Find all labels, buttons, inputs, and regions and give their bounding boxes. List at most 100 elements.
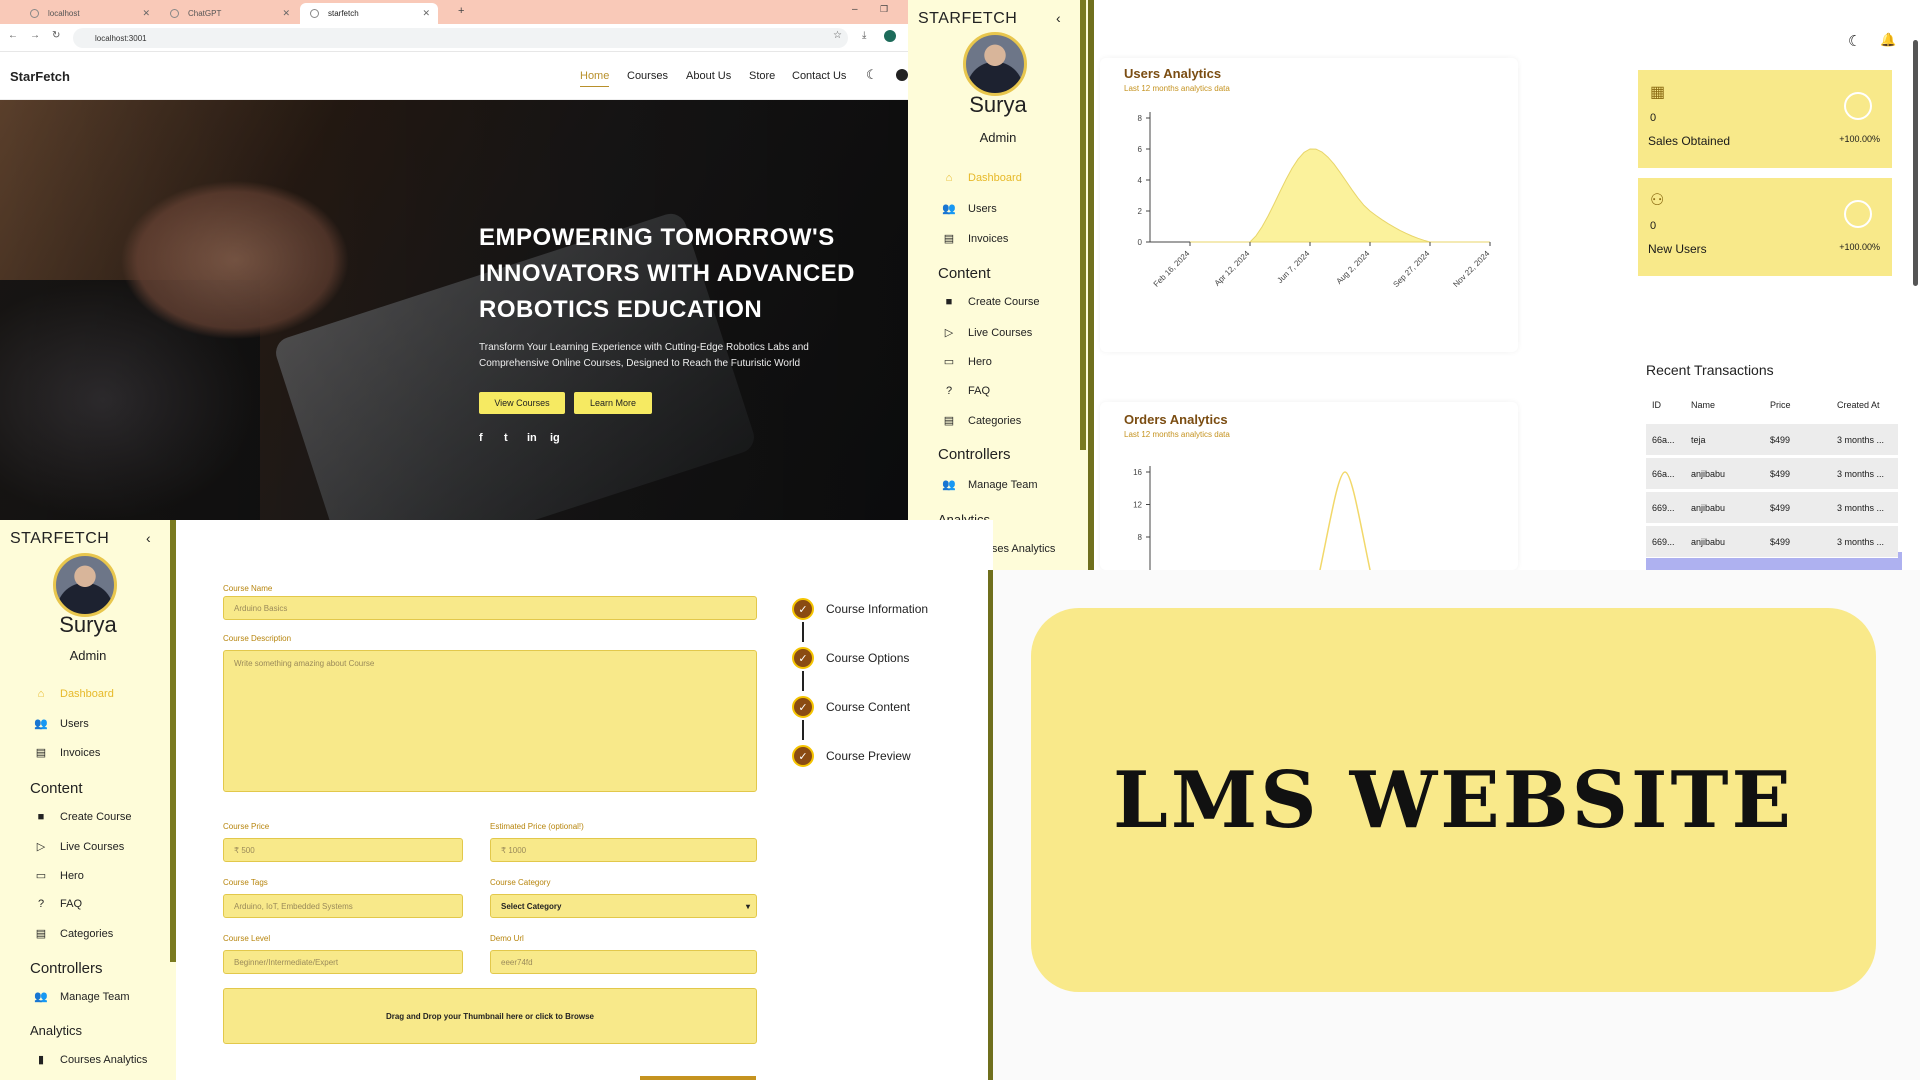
chevron-left-icon[interactable]: ‹ — [1056, 10, 1061, 26]
browser-tab[interactable]: localhost ✕ — [20, 3, 158, 24]
browser-tab[interactable]: ChatGPT ✕ — [160, 3, 298, 24]
reload-icon[interactable]: ↻ — [52, 30, 60, 41]
linkedin-icon[interactable]: in — [527, 432, 537, 444]
new-tab-button[interactable]: + — [458, 5, 464, 17]
sidebar-item-users[interactable]: 👥 Users — [942, 202, 997, 216]
bell-icon[interactable]: 🔔 — [1880, 32, 1896, 48]
sidebar-item-live-courses[interactable]: ▷ Live Courses — [34, 840, 124, 854]
nav-home[interactable]: Home — [580, 70, 610, 87]
sidebar-item-categories[interactable]: ▤ Categories — [34, 927, 113, 941]
course-level-input[interactable]: Beginner/Intermediate/Expert — [223, 950, 463, 974]
sidebar-item-users[interactable]: 👥 Users — [34, 717, 89, 731]
check-icon: ✓ — [792, 745, 814, 767]
view-courses-button[interactable]: View Courses — [479, 392, 565, 414]
sidebar-item-dashboard[interactable]: ⌂ Dashboard — [34, 688, 114, 700]
scrollbar[interactable] — [1913, 40, 1918, 286]
site-logo[interactable]: StarFetch — [10, 69, 70, 84]
sidebar-item-faq[interactable]: ? FAQ — [942, 385, 990, 397]
moon-icon[interactable]: ☾ — [1848, 32, 1861, 50]
course-category-select[interactable]: Select Category ▾ — [490, 894, 757, 918]
demo-url-input[interactable]: eeer74fd — [490, 950, 757, 974]
x-tick-label: Feb 16, 2024 — [1152, 249, 1192, 289]
close-icon[interactable]: ✕ — [282, 8, 290, 19]
course-tags-label: Course Tags — [223, 878, 268, 887]
scrollbar[interactable] — [1080, 0, 1086, 450]
section-controllers: Controllers — [30, 960, 103, 977]
sidebar-item-faq[interactable]: ? FAQ — [34, 898, 82, 910]
course-name-input[interactable]: Arduino Basics — [223, 596, 757, 620]
sidebar-item-invoices[interactable]: ▤ Invoices — [942, 232, 1009, 246]
twitter-icon[interactable]: t — [504, 432, 508, 444]
learn-more-button[interactable]: Learn More — [574, 392, 652, 414]
nav-contact[interactable]: Contact Us — [792, 70, 846, 82]
orders-line-series — [1319, 471, 1371, 570]
column-header[interactable]: Name — [1691, 400, 1715, 410]
forward-icon[interactable]: → — [30, 30, 40, 41]
nav-store[interactable]: Store — [749, 70, 775, 82]
scrollbar[interactable] — [170, 520, 176, 962]
thumbnail-dropzone[interactable]: Drag and Drop your Thumbnail here or cli… — [223, 988, 757, 1044]
restore-icon[interactable]: ❐ — [880, 4, 888, 15]
close-icon[interactable]: ✕ — [422, 8, 430, 19]
step-course-options[interactable]: ✓ Course Options — [792, 647, 909, 669]
sidebar-item-create-course[interactable]: ■ Create Course — [34, 811, 132, 823]
step-course-information[interactable]: ✓ Course Information — [792, 598, 928, 620]
url-input[interactable]: localhost:3001 — [73, 28, 848, 48]
table-row[interactable]: 66a... teja $499 3 months ... — [1646, 424, 1898, 456]
sidebar-item-hero[interactable]: ▭ Hero — [942, 355, 992, 369]
hero-description: Transform Your Learning Experience with … — [479, 342, 809, 369]
y-tick-label: 2 — [1138, 207, 1143, 216]
hero-section: EMPOWERING TOMORROW'S INNOVATORS WITH AD… — [0, 100, 908, 520]
course-tags-input[interactable]: Arduino, IoT, Embedded Systems — [223, 894, 463, 918]
column-header[interactable]: Created At — [1837, 400, 1880, 410]
chevron-left-icon[interactable]: ‹ — [146, 530, 151, 546]
progress-ring — [1844, 200, 1872, 228]
moon-icon[interactable]: ☾ — [866, 67, 878, 83]
column-header[interactable]: ID — [1652, 400, 1661, 410]
sidebar-item-manage-team[interactable]: 👥 Manage Team — [34, 990, 129, 1004]
table-row[interactable]: 669... anjibabu $499 3 months ... — [1646, 526, 1898, 558]
sidebar-item-manage-team[interactable]: 👥 Manage Team — [942, 478, 1037, 492]
x-tick-label: Sep 27, 2024 — [1391, 249, 1431, 289]
nav-courses[interactable]: Courses — [627, 70, 668, 82]
orders-analytics-card: Orders Analytics Last 12 months analytic… — [1100, 402, 1518, 570]
sidebar-item-create-course[interactable]: ■ Create Course — [942, 296, 1040, 308]
sidebar-item-live-courses[interactable]: ▷ Live Courses — [942, 326, 1032, 340]
estimated-price-input[interactable]: ₹ 1000 — [490, 838, 757, 862]
download-icon[interactable]: ⤓ — [862, 30, 866, 41]
users-area-series — [1190, 148, 1490, 243]
minimize-icon[interactable]: – — [852, 4, 858, 15]
sidebar-item-dashboard[interactable]: ⌂ Dashboard — [942, 172, 1022, 184]
play-icon: ▷ — [36, 841, 46, 853]
course-price-input[interactable]: ₹ 500 — [223, 838, 463, 862]
sidebar-item-hero[interactable]: ▭ Hero — [34, 869, 84, 883]
back-icon[interactable]: ← — [8, 30, 18, 41]
step-course-preview[interactable]: ✓ Course Preview — [792, 745, 911, 767]
web-icon: ▭ — [943, 356, 955, 368]
profile-avatar[interactable] — [884, 30, 896, 42]
close-icon[interactable]: ✕ — [142, 8, 150, 19]
sidebar-item-invoices[interactable]: ▤ Invoices — [34, 746, 101, 760]
table-cell: $499 — [1770, 469, 1791, 479]
users-analytics-title: Users Analytics — [1124, 66, 1222, 81]
sidebar-item-categories[interactable]: ▤ Categories — [942, 414, 1021, 428]
next-button[interactable] — [640, 1076, 756, 1080]
column-header[interactable]: Price — [1770, 400, 1791, 410]
star-icon[interactable]: ☆ — [833, 30, 842, 41]
sidebar-item-courses-analytics[interactable]: ▮Courses Analytics — [34, 1053, 147, 1067]
y-tick-label: 8 — [1138, 533, 1143, 542]
browser-tab-strip: localhost ✕ ChatGPT ✕ starfetch ✕ + – ❐ — [0, 0, 908, 24]
address-bar-row: ← → ↻ localhost:3001 ☆ ⤓ — [0, 24, 908, 52]
table-row[interactable]: 66a... anjibabu $499 3 months ... — [1646, 458, 1898, 490]
table-row[interactable]: 669... anjibabu $499 3 months ... — [1646, 492, 1898, 524]
facebook-icon[interactable]: f — [479, 432, 483, 444]
nav-about[interactable]: About Us — [686, 70, 731, 82]
course-description-textarea[interactable]: Write something amazing about Course — [223, 650, 757, 792]
course-level-label: Course Level — [223, 934, 271, 943]
browser-tab-active[interactable]: starfetch ✕ — [300, 3, 438, 24]
user-icon[interactable] — [896, 69, 908, 81]
step-course-content[interactable]: ✓ Course Content — [792, 696, 910, 718]
admin-sidebar: STARFETCH ‹ Surya Admin ⌂ Dashboard 👥 User… — [908, 0, 1088, 570]
instagram-icon[interactable]: ig — [550, 432, 560, 444]
table-cell: 66a... — [1652, 435, 1675, 445]
